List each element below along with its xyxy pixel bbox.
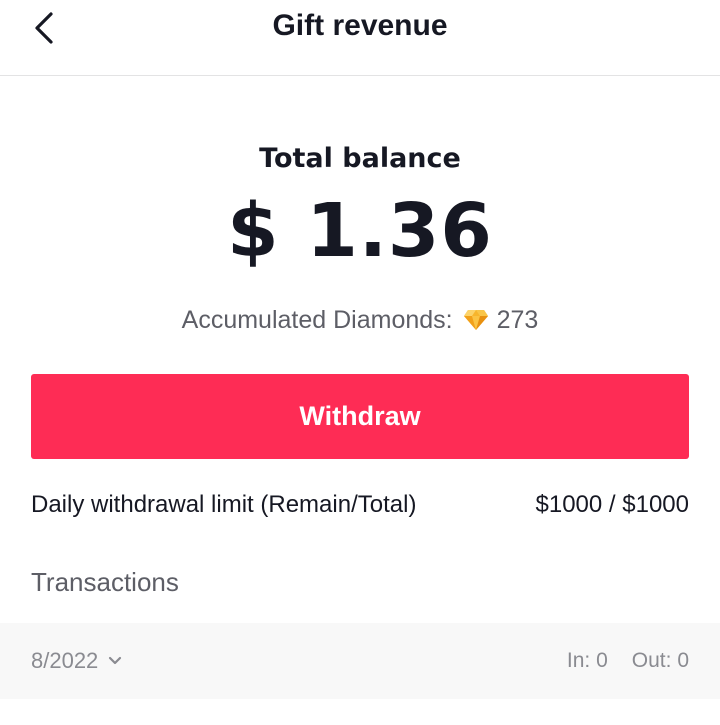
month-selector[interactable]: 8/2022 [31, 643, 122, 679]
transactions-heading: Transactions [31, 567, 179, 597]
daily-withdrawal-limit: Daily withdrawal limit (Remain/Total) $1… [31, 486, 689, 524]
total-balance-amount: $ 1.36 [227, 188, 493, 274]
diamond-icon [463, 310, 488, 330]
withdraw-button[interactable]: Withdraw [31, 374, 689, 459]
limit-value: $1000 / $1000 [535, 491, 689, 518]
page-title: Gift revenue [272, 9, 448, 42]
top-bar: Gift revenue [0, 0, 720, 76]
accumulated-diamonds: Accumulated Diamonds: 273 [0, 302, 720, 338]
in-count: In: 0 [566, 649, 608, 672]
limit-label: Daily withdrawal limit (Remain/Total) [31, 491, 417, 518]
month-label: 8/2022 [31, 648, 99, 673]
transactions-summary-bar: 8/2022 In: 0 Out: 0 [0, 623, 720, 699]
diamonds-label: Accumulated Diamonds: [181, 306, 453, 334]
diamonds-count: 273 [496, 306, 539, 334]
total-balance-label: Total balance [259, 143, 461, 174]
out-count: Out: 0 [631, 649, 689, 672]
chevron-down-icon [109, 656, 122, 665]
transaction-counts: In: 0 Out: 0 [567, 643, 689, 679]
